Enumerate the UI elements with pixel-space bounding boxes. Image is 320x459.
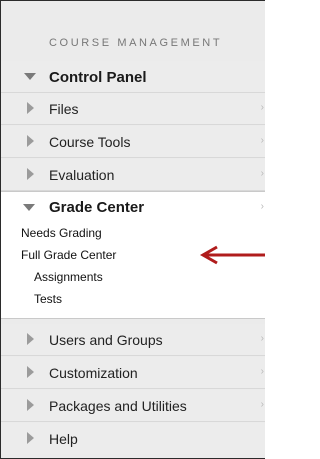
triangle-right-icon xyxy=(27,135,34,147)
chevron-right-icon: › xyxy=(260,102,264,113)
chevron-right-icon: › xyxy=(260,135,264,146)
control-panel-label: Control Panel xyxy=(49,69,147,86)
sidebar-item-label: Files xyxy=(49,101,79,117)
sidebar-item-label: Packages and Utilities xyxy=(49,398,187,414)
sidebar-item-packages-and-utilities[interactable]: Packages and Utilities › xyxy=(1,390,266,422)
chevron-right-icon: › xyxy=(260,399,264,410)
sidebar-item-label: Customization xyxy=(49,365,138,381)
chevron-right-icon: › xyxy=(260,333,264,344)
triangle-right-icon xyxy=(27,399,34,411)
sidebar-item-label: Help xyxy=(49,431,78,447)
sidebar-item-label: Evaluation xyxy=(49,167,115,183)
section-heading: COURSE MANAGEMENT xyxy=(49,37,223,49)
sidebar-item-customization[interactable]: Customization › xyxy=(1,357,266,389)
triangle-right-icon xyxy=(27,366,34,378)
sidebar-item-label: Course Tools xyxy=(49,134,131,150)
chevron-right-icon: › xyxy=(260,366,264,377)
assignments-link[interactable]: Assignments xyxy=(34,270,103,284)
triangle-right-icon xyxy=(27,168,34,180)
right-edge xyxy=(265,0,267,459)
control-panel-header[interactable]: Control Panel xyxy=(1,61,266,93)
sidebar-item-evaluation[interactable]: Evaluation › xyxy=(1,159,266,191)
course-management-panel: COURSE MANAGEMENT Control Panel Files › … xyxy=(0,0,267,459)
triangle-right-icon xyxy=(27,102,34,114)
full-grade-center-link[interactable]: Full Grade Center xyxy=(21,248,116,262)
chevron-right-icon: › xyxy=(260,168,264,179)
grade-center-title[interactable]: Grade Center xyxy=(49,199,144,216)
triangle-down-icon xyxy=(24,73,36,80)
chevron-right-icon: › xyxy=(260,201,264,212)
sidebar-item-help[interactable]: Help xyxy=(1,423,266,454)
annotation-arrow-icon xyxy=(199,245,265,265)
triangle-down-icon[interactable] xyxy=(23,204,35,211)
sidebar-item-course-tools[interactable]: Course Tools › xyxy=(1,126,266,158)
tests-link[interactable]: Tests xyxy=(34,292,62,306)
sidebar-item-users-and-groups[interactable]: Users and Groups › xyxy=(1,324,266,356)
sidebar-item-files[interactable]: Files › xyxy=(1,93,266,125)
triangle-right-icon xyxy=(27,333,34,345)
needs-grading-link[interactable]: Needs Grading xyxy=(21,226,102,240)
sidebar-item-label: Users and Groups xyxy=(49,332,163,348)
triangle-right-icon xyxy=(27,432,34,444)
